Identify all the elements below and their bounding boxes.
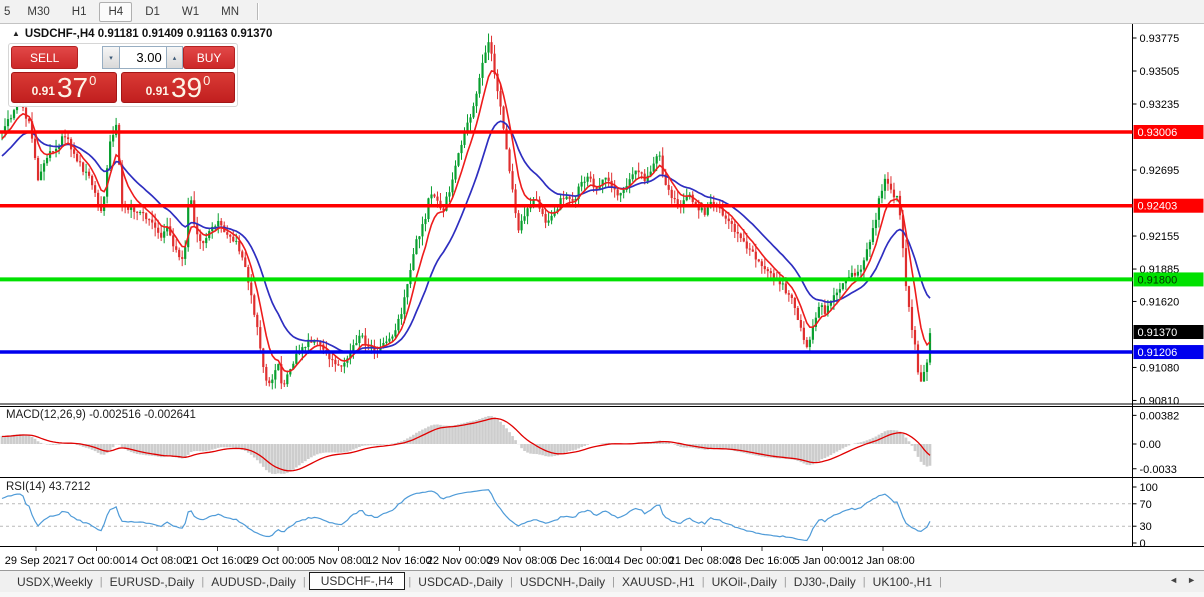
timeframe-button-M30[interactable]: M30 — [18, 2, 58, 22]
svg-text:0.92403: 0.92403 — [1138, 201, 1178, 213]
timeframe-button-H4[interactable]: H4 — [99, 2, 132, 22]
svg-text:0.91800: 0.91800 — [1138, 274, 1178, 286]
price-badge-0.93006: 0.93006 — [1134, 125, 1204, 139]
price-tick-0.93775: 0.93775 — [1140, 33, 1180, 45]
svg-text:0.91206: 0.91206 — [1138, 347, 1178, 359]
tab-scroll-left-icon[interactable]: ◄ — [1169, 575, 1178, 585]
volume-decrease-button[interactable]: ▾ — [102, 46, 118, 69]
toolbar-separator — [257, 3, 259, 20]
buy-price-prefix: 0.91 — [146, 84, 169, 98]
price-badge-0.91206: 0.91206 — [1134, 345, 1204, 359]
timeframe-button-W1[interactable]: W1 — [173, 2, 208, 22]
price-tick-0.91080: 0.91080 — [1140, 362, 1180, 374]
price-tick-0.92155: 0.92155 — [1140, 231, 1180, 243]
rsi-indicator-label: RSI(14) 43.7212 — [6, 481, 90, 493]
sell-price-display[interactable]: 0.91370 — [11, 72, 117, 103]
svg-text:0.91370: 0.91370 — [1138, 327, 1178, 339]
one-click-trading-panel: SELL ▾ ▴ BUY 0.91370 0.91390 — [8, 43, 238, 107]
rsi-tick-70: 70 — [1140, 499, 1152, 511]
tab-scroll-arrows: ◄► — [1160, 575, 1196, 585]
time-label-13: 5 Jan 00:00 — [794, 555, 852, 567]
time-label-1: 7 Oct 00:00 — [68, 555, 125, 567]
price-tick-0.92695: 0.92695 — [1140, 165, 1180, 177]
chart-tab-usdx-weekly[interactable]: USDX,Weekly — [10, 574, 100, 590]
price-badge-0.91800: 0.91800 — [1134, 272, 1204, 286]
status-strip — [0, 592, 1204, 597]
time-label-2: 14 Oct 08:00 — [126, 555, 189, 567]
sell-price-big-digits: 37 — [57, 74, 88, 101]
chart-title-text: USDCHF-,H4 0.91181 0.91409 0.91163 0.913… — [25, 28, 272, 40]
time-label-4: 29 Oct 00:00 — [247, 555, 310, 567]
timeframe-button-H1[interactable]: H1 — [63, 2, 96, 22]
trade-panel-controls: SELL ▾ ▴ BUY — [11, 46, 235, 69]
buy-button[interactable]: BUY — [183, 46, 235, 69]
macd-tick--0.0033: -0.0033 — [1140, 464, 1177, 476]
time-label-11: 21 Dec 08:00 — [669, 555, 734, 567]
time-label-14: 12 Jan 08:00 — [851, 555, 915, 567]
timeframe-button-5[interactable]: 5 — [0, 2, 14, 22]
time-label-8: 29 Nov 08:00 — [487, 555, 552, 567]
sell-button[interactable]: SELL — [11, 46, 78, 69]
time-label-0: 29 Sep 2021 — [5, 555, 67, 567]
chart-tab-usdcad-daily[interactable]: USDCAD-,Daily — [411, 574, 510, 590]
chart-tab-eurusd-daily[interactable]: EURUSD-,Daily — [103, 574, 202, 590]
price-tick-0.90810: 0.90810 — [1140, 395, 1180, 407]
buy-price-display[interactable]: 0.91390 — [121, 72, 235, 103]
volume-increase-button[interactable]: ▴ — [167, 46, 183, 69]
macd-tick-0.00: 0.00 — [1140, 439, 1161, 451]
spin-down-icon: ▾ — [109, 55, 113, 62]
timeframe-button-D1[interactable]: D1 — [136, 2, 169, 22]
chart-title: ▲ USDCHF-,H4 0.91181 0.91409 0.91163 0.91… — [12, 28, 272, 40]
time-label-10: 14 Dec 00:00 — [608, 555, 673, 567]
rsi-tick-0: 0 — [1140, 538, 1146, 550]
price-badge-0.92403: 0.92403 — [1134, 199, 1204, 213]
spin-up-icon: ▴ — [173, 55, 177, 62]
time-label-7: 22 Nov 00:00 — [427, 555, 492, 567]
chart-tab-ukoil-daily[interactable]: UKOil-,Daily — [705, 574, 784, 590]
time-label-9: 6 Dec 16:00 — [551, 555, 610, 567]
chart-tab-bar: USDX,Weekly|EURUSD-,Daily|AUDUSD-,Daily|… — [0, 570, 1204, 592]
sell-price-pipette: 0 — [89, 73, 96, 88]
ohlc-collapse-arrow[interactable]: ▲ — [12, 29, 20, 38]
rsi-tick-100: 100 — [1140, 482, 1158, 494]
tab-scroll-right-icon[interactable]: ► — [1187, 575, 1196, 585]
chart-tab-uk100-h1[interactable]: UK100-,H1 — [866, 574, 939, 590]
tab-separator: | — [303, 576, 306, 588]
price-tick-0.93235: 0.93235 — [1140, 99, 1180, 111]
tab-separator: | — [939, 576, 942, 588]
sell-price-prefix: 0.91 — [32, 84, 55, 98]
chart-tab-audusd-daily[interactable]: AUDUSD-,Daily — [204, 574, 303, 590]
buy-price-pipette: 0 — [203, 73, 210, 88]
rsi-tick-30: 30 — [1140, 521, 1152, 533]
macd-tick-0.00382: 0.00382 — [1140, 410, 1180, 422]
time-label-5: 5 Nov 08:00 — [309, 555, 368, 567]
time-label-6: 12 Nov 16:00 — [366, 555, 431, 567]
price-tick-0.93505: 0.93505 — [1140, 66, 1180, 78]
chart-tab-usdchf-h4[interactable]: USDCHF-,H4 — [309, 572, 406, 590]
time-label-12: 28 Dec 16:00 — [729, 555, 794, 567]
price-tick-0.91620: 0.91620 — [1140, 296, 1180, 308]
price-badge-0.91370: 0.91370 — [1134, 325, 1204, 339]
chart-tab-dj30-daily[interactable]: DJ30-,Daily — [787, 574, 863, 590]
volume-input[interactable] — [119, 46, 167, 69]
panel-frames — [0, 23, 1204, 597]
trade-panel-prices: 0.91370 0.91390 — [11, 72, 235, 103]
svg-text:0.93006: 0.93006 — [1138, 127, 1178, 139]
buy-price-big-digits: 39 — [171, 74, 202, 101]
timeframe-button-MN[interactable]: MN — [212, 2, 248, 22]
time-label-3: 21 Oct 16:00 — [186, 555, 249, 567]
chart-tab-usdcnh-daily[interactable]: USDCNH-,Daily — [513, 574, 612, 590]
macd-indicator-label: MACD(12,26,9) -0.002516 -0.002641 — [6, 409, 196, 421]
timeframe-toolbar: 5M30H1H4D1W1MN — [0, 0, 1204, 24]
chart-tab-xauusd-h1[interactable]: XAUUSD-,H1 — [615, 574, 702, 590]
trading-terminal-window: 0.93775 0.93505 0.93235 0.92695 0.92155 0.918… — [0, 0, 1204, 597]
